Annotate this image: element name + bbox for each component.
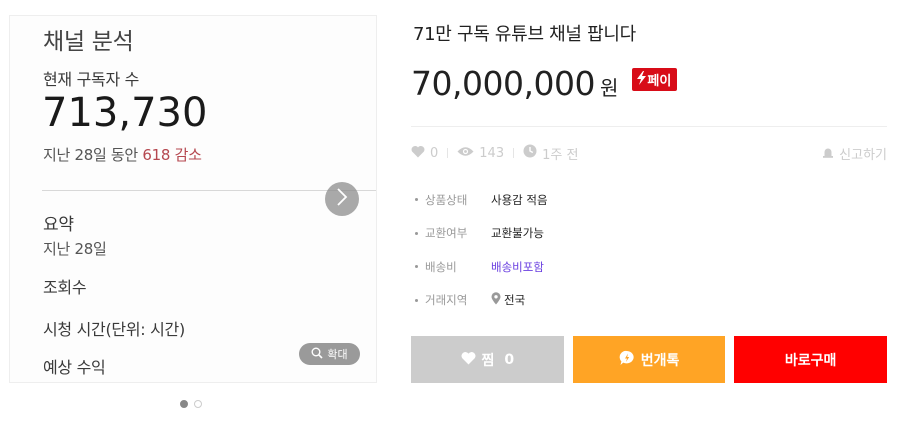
chat-bubble-icon xyxy=(619,350,635,370)
subscriber-count: 713,730 xyxy=(42,90,208,136)
stat-separator xyxy=(513,148,515,158)
like-button[interactable]: 찜 0 xyxy=(411,336,564,383)
heart-icon xyxy=(411,145,425,162)
time-stat: 1주 전 xyxy=(523,144,578,163)
spec-key: 교환여부 xyxy=(425,226,468,241)
heart-icon xyxy=(461,351,476,369)
product-specs: 상품상태 사용감 적음 교환여부 교환불가능 배송비 배송비포함 거래지역 전국 xyxy=(411,183,887,317)
pagination-dot-1[interactable] xyxy=(180,400,188,408)
spec-key: 배송비 xyxy=(425,259,457,274)
view-count: 143 xyxy=(479,145,505,161)
subscriber-label: 현재 구독자 수 xyxy=(43,70,140,89)
chat-button[interactable]: 번개톡 xyxy=(572,336,726,383)
spec-exchange: 교환여부 교환불가능 xyxy=(411,217,887,251)
spec-key: 상품상태 xyxy=(425,192,468,207)
gallery-pagination xyxy=(180,400,202,408)
analytics-title: 채널 분석 xyxy=(43,29,134,55)
buy-button-label: 바로구매 xyxy=(784,352,837,369)
metric-views: 조회수 xyxy=(43,278,87,297)
section-divider xyxy=(411,126,887,127)
spec-condition: 상품상태 사용감 적음 xyxy=(411,183,887,217)
metric-revenue: 예상 수익 xyxy=(43,358,106,377)
bullet-icon xyxy=(415,265,418,269)
like-button-label: 찜 xyxy=(481,352,495,369)
like-stat: 0 xyxy=(411,145,438,162)
spec-value: 교환불가능 xyxy=(491,226,544,241)
bullet-icon xyxy=(415,231,418,235)
pay-badge-label: 페이 xyxy=(647,74,672,89)
spec-value: 사용감 적음 xyxy=(491,192,548,207)
like-count: 0 xyxy=(430,145,439,161)
report-label: 신고하기 xyxy=(839,148,887,163)
product-price: 70,000,000 xyxy=(411,64,595,103)
clock-icon xyxy=(523,144,537,162)
report-button[interactable]: 신고하기 xyxy=(822,144,887,163)
next-image-button[interactable] xyxy=(325,182,359,216)
spec-location: 거래지역 전국 xyxy=(411,284,887,318)
spec-key: 거래지역 xyxy=(425,293,468,308)
zoom-button[interactable]: 확대 xyxy=(299,343,360,365)
siren-icon xyxy=(822,146,834,162)
product-stats: 0 143 1주 전 신고하기 xyxy=(411,144,887,163)
currency-unit: 원 xyxy=(599,76,619,100)
stat-separator xyxy=(447,148,449,158)
chevron-right-icon xyxy=(336,188,348,210)
buy-now-button[interactable]: 바로구매 xyxy=(734,336,888,383)
summary-label: 요약 xyxy=(43,215,74,235)
lightning-icon xyxy=(636,70,647,89)
spec-value-location: 전국 xyxy=(491,292,525,308)
eye-icon xyxy=(457,146,474,161)
bullet-icon xyxy=(415,298,418,302)
product-info: 71만 구독 유튜브 채널 팝니다 70,000,000 원 페이 0 143 xyxy=(411,0,888,424)
location-value: 전국 xyxy=(504,293,526,308)
summary-period: 지난 28일 xyxy=(43,240,107,258)
product-title: 71만 구독 유튜브 채널 팝니다 xyxy=(413,24,636,45)
spec-shipping: 배송비 배송비포함 xyxy=(411,250,887,284)
change-value: 618 감소 xyxy=(142,146,202,164)
view-stat: 143 xyxy=(457,146,504,161)
zoom-label: 확대 xyxy=(327,348,348,361)
product-image: 채널 분석 현재 구독자 수 713,730 지난 28일 동안 618 감소 … xyxy=(10,16,376,382)
location-pin-icon xyxy=(491,292,501,308)
shipping-fee-link[interactable]: 배송비포함 xyxy=(491,259,544,275)
magnifier-icon xyxy=(311,347,323,362)
like-button-count: 0 xyxy=(504,351,515,368)
price-row: 70,000,000 원 페이 xyxy=(411,64,678,103)
pay-badge: 페이 xyxy=(632,68,678,91)
bullet-icon xyxy=(415,198,418,202)
chat-button-label: 번개톡 xyxy=(640,352,680,369)
product-image-gallery[interactable]: 채널 분석 현재 구독자 수 713,730 지난 28일 동안 618 감소 … xyxy=(9,15,377,383)
subscriber-change: 지난 28일 동안 618 감소 xyxy=(43,144,202,165)
posted-time: 1주 전 xyxy=(542,147,579,163)
change-prefix: 지난 28일 동안 xyxy=(43,146,143,164)
pagination-dot-2[interactable] xyxy=(194,400,202,408)
action-buttons: 찜 0 번개톡 바로구매 xyxy=(411,336,888,383)
metric-watch-time: 시청 시간(단위: 시간) xyxy=(43,320,185,339)
